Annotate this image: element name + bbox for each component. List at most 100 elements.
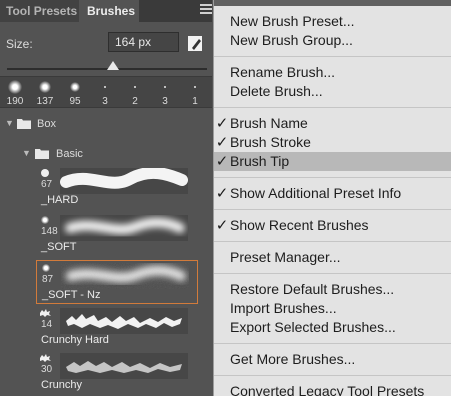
menu-item-show-additional-preset-info[interactable]: ✓ Show Additional Preset Info bbox=[214, 184, 451, 203]
recent-brush-size: 3 bbox=[162, 96, 168, 107]
recent-brush-size: 3 bbox=[102, 96, 108, 107]
group-label: Basic bbox=[56, 148, 83, 160]
menu-item-brush-tip[interactable]: ✓ Brush Tip bbox=[214, 152, 451, 171]
tab-label: Tool Presets bbox=[6, 4, 78, 18]
tab-brushes[interactable]: Brushes bbox=[79, 0, 139, 22]
group-basic[interactable]: ▼ Basic bbox=[0, 141, 212, 167]
brush-tip-icon bbox=[194, 86, 196, 88]
recent-brushes-strip: 190 137 95 3 2 3 1 bbox=[0, 76, 212, 108]
tab-label: Brushes bbox=[87, 4, 136, 18]
menu-item-label: Import Brushes... bbox=[230, 300, 337, 316]
brushes-panel: Tool Presets Brushes Size: 164 px 190 137… bbox=[0, 0, 212, 396]
checkmark-icon: ✓ bbox=[215, 153, 229, 170]
menu-item-rename-brush[interactable]: Rename Brush... bbox=[214, 63, 451, 82]
menu-item-label: New Brush Preset... bbox=[230, 13, 355, 29]
size-label: Size: bbox=[6, 37, 33, 51]
menu-item-show-recent-brushes[interactable]: ✓ Show Recent Brushes bbox=[214, 216, 451, 235]
recent-brush-3[interactable]: 3 bbox=[90, 77, 120, 109]
brush-stroke-preview bbox=[61, 263, 189, 289]
brush-tip-icon bbox=[39, 81, 51, 93]
chevron-down-icon[interactable]: ▼ bbox=[5, 118, 14, 128]
menu-item-import-brushes[interactable]: Import Brushes... bbox=[214, 299, 451, 318]
checkmark-icon: ✓ bbox=[215, 134, 229, 151]
menu-item-label: Restore Default Brushes... bbox=[230, 281, 395, 297]
recent-brush-size: 1 bbox=[192, 96, 198, 107]
brush-tip-icon bbox=[40, 354, 51, 362]
menu-item-brush-name[interactable]: ✓ Brush Name bbox=[214, 114, 451, 133]
menu-item-label: Show Recent Brushes bbox=[230, 217, 369, 233]
size-slider-thumb[interactable] bbox=[107, 61, 119, 70]
menu-separator bbox=[214, 56, 451, 57]
recent-brush-1[interactable]: 137 bbox=[30, 77, 60, 109]
menu-item-new-brush-preset[interactable]: New Brush Preset... bbox=[214, 12, 451, 31]
menu-separator bbox=[214, 177, 451, 178]
brush-item-soft-nz[interactable]: 87 _SOFT - Nz bbox=[36, 260, 198, 304]
tab-tool-presets[interactable]: Tool Presets bbox=[0, 0, 79, 22]
menu-item-label: Show Additional Preset Info bbox=[230, 185, 402, 201]
brush-name: _SOFT - Nz bbox=[42, 289, 101, 301]
menu-item-delete-brush[interactable]: Delete Brush... bbox=[214, 82, 451, 101]
brushes-flyout-menu: New Brush Preset... New Brush Group... Ren… bbox=[213, 0, 451, 396]
menu-separator bbox=[214, 375, 451, 376]
recent-brush-size: 190 bbox=[6, 96, 24, 107]
menu-item-brush-stroke[interactable]: ✓ Brush Stroke bbox=[214, 133, 451, 152]
brush-item-soft[interactable]: 148 _SOFT bbox=[36, 213, 198, 257]
chevron-down-icon[interactable]: ▼ bbox=[22, 148, 31, 158]
brush-size: 67 bbox=[41, 179, 53, 190]
menu-item-label: Brush Name bbox=[230, 115, 308, 131]
brush-tip-icon bbox=[104, 86, 106, 88]
recent-brush-4[interactable]: 2 bbox=[120, 77, 150, 109]
brush-stroke-preview bbox=[60, 308, 188, 334]
menu-item-label: Converted Legacy Tool Presets bbox=[230, 383, 425, 396]
checkmark-icon: ✓ bbox=[215, 217, 229, 234]
menu-item-label: Rename Brush... bbox=[230, 64, 336, 80]
folder-icon bbox=[35, 149, 49, 159]
brush-stroke-preview bbox=[60, 215, 188, 241]
menu-item-label: New Brush Group... bbox=[230, 32, 353, 48]
brush-name: Crunchy bbox=[41, 379, 82, 391]
brush-settings-icon[interactable] bbox=[188, 34, 204, 52]
brush-name: Crunchy Hard bbox=[41, 334, 109, 346]
menu-item-label: Delete Brush... bbox=[230, 83, 323, 99]
group-label: Box bbox=[37, 118, 56, 130]
brush-size: 30 bbox=[41, 364, 53, 375]
menu-item-get-more-brushes[interactable]: Get More Brushes... bbox=[214, 350, 451, 369]
menu-separator bbox=[214, 107, 451, 108]
menu-item-restore-default-brushes[interactable]: Restore Default Brushes... bbox=[214, 280, 451, 299]
brush-tip-icon bbox=[42, 264, 50, 272]
brush-tip-icon bbox=[70, 82, 80, 92]
recent-brush-0[interactable]: 190 bbox=[0, 77, 30, 109]
recent-brush-2[interactable]: 95 bbox=[60, 77, 90, 109]
menu-item-converted-legacy-tool-presets[interactable]: Converted Legacy Tool Presets bbox=[214, 382, 451, 396]
size-input[interactable]: 164 px bbox=[108, 32, 179, 52]
recent-brush-size: 95 bbox=[69, 96, 81, 107]
menu-item-new-brush-group[interactable]: New Brush Group... bbox=[214, 31, 451, 50]
brush-stroke-preview bbox=[60, 168, 188, 194]
menu-separator bbox=[214, 273, 451, 274]
recent-brush-size: 137 bbox=[36, 96, 54, 107]
menu-item-label: Brush Tip bbox=[230, 153, 290, 169]
panel-menu-icon[interactable] bbox=[200, 4, 212, 16]
brush-item-crunchy[interactable]: 30 Crunchy bbox=[36, 351, 198, 395]
brush-tip-icon bbox=[134, 86, 136, 88]
brush-name: _HARD bbox=[41, 194, 79, 206]
recent-brush-5[interactable]: 3 bbox=[150, 77, 180, 109]
recent-brush-size: 2 bbox=[132, 96, 138, 107]
menu-separator bbox=[214, 343, 451, 344]
menu-separator bbox=[214, 241, 451, 242]
brush-size: 148 bbox=[41, 226, 58, 237]
menu-item-label: Get More Brushes... bbox=[230, 351, 356, 367]
menu-item-label: Brush Stroke bbox=[230, 134, 311, 150]
group-box[interactable]: ▼ Box bbox=[0, 111, 212, 137]
menu-item-label: Export Selected Brushes... bbox=[230, 319, 396, 335]
recent-brush-6[interactable]: 1 bbox=[180, 77, 210, 109]
menu-item-preset-manager[interactable]: Preset Manager... bbox=[214, 248, 451, 267]
menu-item-export-selected-brushes[interactable]: Export Selected Brushes... bbox=[214, 318, 451, 337]
menu-top-edge bbox=[214, 0, 451, 6]
brush-tip-icon bbox=[40, 309, 51, 317]
panel-tabbar: Tool Presets Brushes bbox=[0, 0, 212, 22]
menu-item-label: Preset Manager... bbox=[230, 249, 341, 265]
brush-item-crunchy-hard[interactable]: 14 Crunchy Hard bbox=[36, 306, 198, 350]
folder-icon bbox=[17, 119, 31, 129]
brush-item-hard[interactable]: 67 _HARD bbox=[36, 166, 198, 210]
